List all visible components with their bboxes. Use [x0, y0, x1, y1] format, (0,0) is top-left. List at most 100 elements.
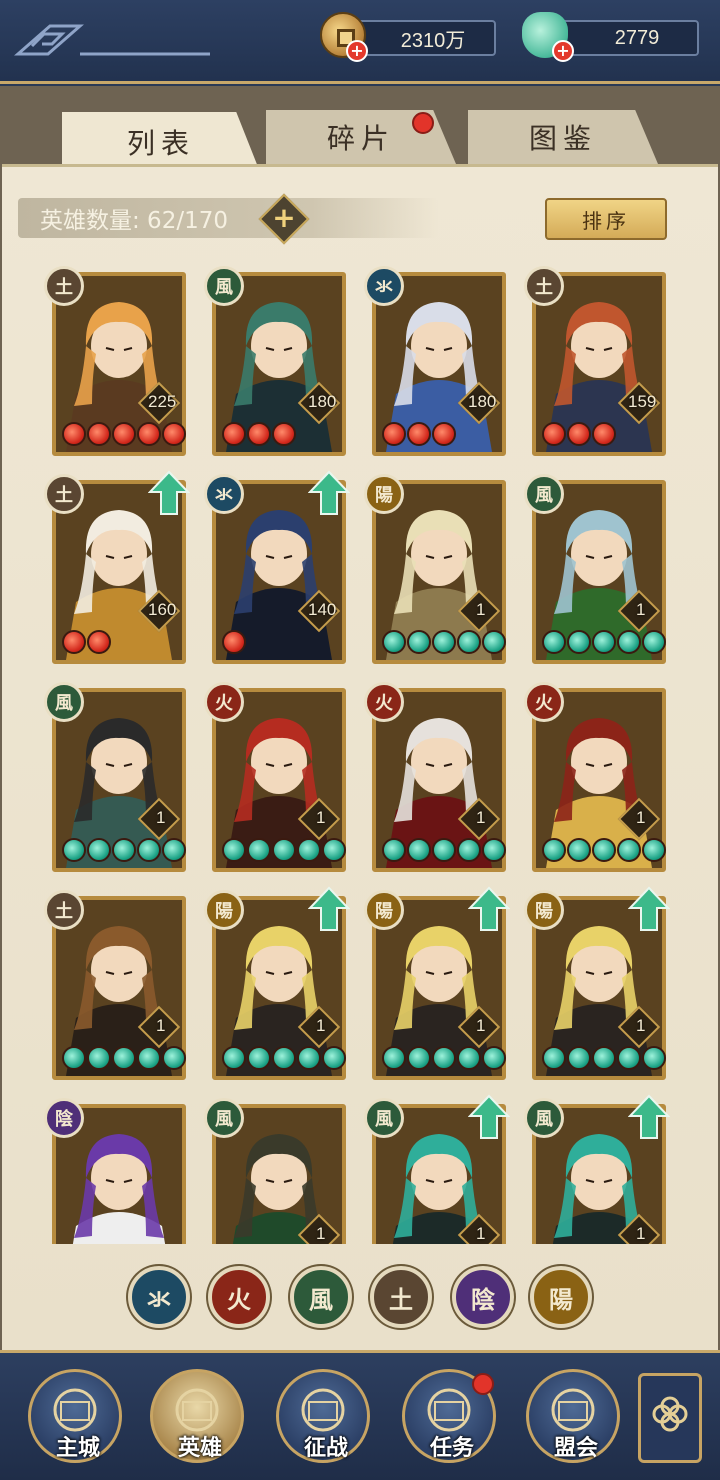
star-icon	[222, 630, 246, 654]
star-icon	[642, 838, 666, 862]
hero-level: 160	[148, 600, 177, 619]
filter-yang-button[interactable]: 陽	[530, 1266, 592, 1328]
star-rating	[382, 422, 456, 448]
nav-label: 盟会	[553, 1436, 598, 1461]
star-rating	[382, 1046, 506, 1072]
star-icon	[382, 1046, 406, 1070]
nav-palace[interactable]: 主城	[28, 1369, 122, 1463]
star-icon	[297, 1046, 321, 1070]
star-rating	[222, 1046, 346, 1072]
nav-label: 英雄	[177, 1436, 222, 1461]
wind-element-icon: 風	[44, 682, 84, 722]
task-notification-dot	[472, 1373, 494, 1395]
star-icon	[432, 630, 456, 654]
star-icon	[407, 422, 431, 446]
star-rating	[62, 630, 111, 656]
hero-level: 1	[476, 600, 486, 619]
star-icon	[62, 1046, 86, 1070]
star-icon	[432, 838, 456, 862]
fire-element-icon: 火	[204, 682, 244, 722]
filter-yin-button[interactable]: 陰	[452, 1266, 514, 1328]
hero-level: 1	[476, 1224, 486, 1243]
filter-fire-button[interactable]: 火	[208, 1266, 270, 1328]
star-icon	[162, 422, 186, 446]
earth-element-icon: 土	[524, 266, 564, 306]
star-rating	[382, 630, 506, 656]
nav-hero-portrait[interactable]: 英雄	[150, 1369, 244, 1463]
star-rating	[62, 838, 186, 864]
star-icon	[567, 1046, 591, 1070]
hero-level: 140	[308, 600, 337, 619]
hero-level: 1	[476, 808, 486, 827]
upgrade-arrow-icon	[628, 886, 670, 931]
add-jade-button[interactable]: +	[552, 40, 574, 62]
filter-water-button[interactable]: 氺	[128, 1266, 190, 1328]
tab-codex[interactable]: 图鉴	[468, 110, 658, 164]
star-rating	[222, 422, 296, 448]
star-icon	[222, 422, 246, 446]
star-icon	[247, 838, 271, 862]
hero-level: 225	[148, 392, 177, 411]
star-icon	[482, 838, 506, 862]
jade-amount: 2779	[614, 26, 660, 49]
star-icon	[112, 422, 136, 446]
fire-element-icon: 火	[524, 682, 564, 722]
star-rating	[542, 838, 666, 864]
tab-fragments-label: 碎片	[326, 122, 395, 155]
star-icon	[542, 422, 566, 446]
wind-element-icon: 風	[204, 1098, 244, 1138]
filter-wind-button[interactable]: 風	[290, 1266, 352, 1328]
hero-level: 1	[636, 1224, 646, 1243]
tab-codex-label: 图鉴	[528, 122, 597, 155]
star-icon	[592, 422, 616, 446]
hero-grid: 土 225 風 180 氺 180 土 159 土 160 氺 140 陽 1 風 1 風 1 火 1 火 1 火 1 土 1 陽 1…	[0, 260, 720, 1244]
tab-list[interactable]: 列表	[62, 112, 260, 172]
star-icon	[137, 1046, 161, 1070]
star-icon	[87, 838, 111, 862]
filter-earth-button[interactable]: 土	[370, 1266, 432, 1328]
yang-element-icon: 陽	[364, 890, 404, 930]
star-icon	[642, 1046, 666, 1070]
upgrade-arrow-icon	[468, 886, 510, 931]
nav-alliance[interactable]: 盟会	[526, 1369, 620, 1463]
star-icon	[247, 422, 271, 446]
star-icon	[222, 838, 246, 862]
star-rating	[62, 1046, 186, 1072]
menu-icon[interactable]	[10, 20, 210, 60]
star-icon	[222, 1046, 246, 1070]
star-icon	[567, 838, 591, 862]
wind-element-icon: 風	[524, 474, 564, 514]
star-rating	[62, 422, 186, 448]
star-icon	[567, 422, 591, 446]
earth-element-icon: 土	[44, 890, 84, 930]
star-icon	[247, 1046, 271, 1070]
hero-level: 1	[316, 808, 326, 827]
add-coin-button[interactable]: +	[346, 40, 368, 62]
nav-label: 任务	[429, 1436, 474, 1461]
star-icon	[162, 1046, 186, 1070]
tab-bar: 列表 碎片 图鉴	[0, 110, 720, 172]
star-icon	[62, 838, 86, 862]
top-bar: 2310万 + 2779 +	[0, 0, 720, 84]
tab-list-label: 列表	[126, 127, 195, 160]
star-icon	[542, 1046, 566, 1070]
sort-button[interactable]: 排序	[545, 198, 667, 240]
star-icon	[137, 838, 161, 862]
star-rating	[542, 1046, 666, 1072]
hero-level: 159	[628, 392, 657, 411]
star-icon	[322, 1046, 346, 1070]
star-icon	[617, 838, 641, 862]
star-icon	[482, 630, 506, 654]
star-icon	[382, 630, 406, 654]
hero-level: 1	[316, 1224, 326, 1243]
more-menu-button[interactable]	[638, 1373, 702, 1463]
hero-level: 1	[476, 1016, 486, 1035]
star-icon	[87, 422, 111, 446]
star-icon	[542, 838, 566, 862]
star-icon	[617, 630, 641, 654]
star-icon	[87, 1046, 111, 1070]
star-icon	[62, 630, 86, 654]
hero-count-text: 英雄数量: 62/170	[40, 208, 228, 234]
star-icon	[382, 422, 406, 446]
nav-battle[interactable]: 征战	[276, 1369, 370, 1463]
